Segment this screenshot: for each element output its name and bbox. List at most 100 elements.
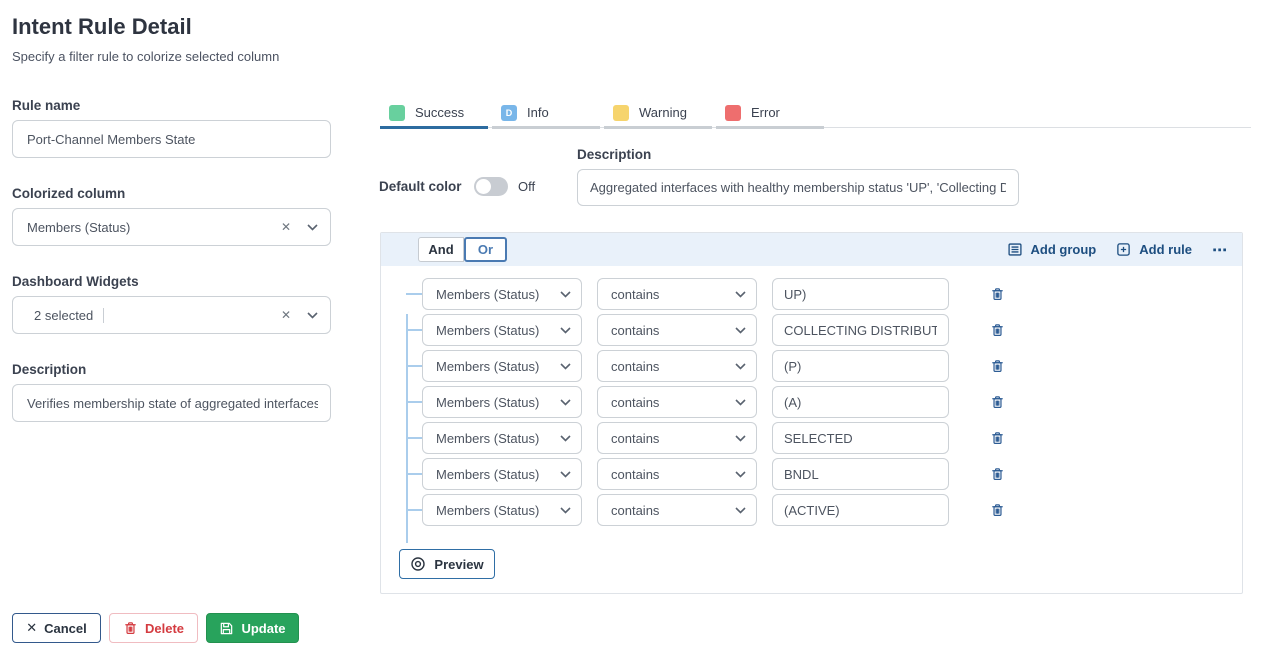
rule-row: Members (Status) contains bbox=[422, 386, 1242, 418]
intent-rule-detail-page: Intent Rule Detail Specify a filter rule… bbox=[0, 0, 1262, 657]
tab-label: Success bbox=[415, 105, 464, 120]
more-options-button[interactable]: ⋯ bbox=[1212, 241, 1228, 259]
tab-label: Error bbox=[751, 105, 780, 120]
chevron-down-icon bbox=[735, 327, 746, 334]
rule-name-input[interactable] bbox=[12, 120, 331, 158]
rule-operator-select[interactable]: contains bbox=[597, 422, 757, 454]
panel-description-input[interactable] bbox=[577, 169, 1019, 206]
chevron-down-icon bbox=[560, 363, 571, 370]
rule-value-input[interactable] bbox=[772, 386, 949, 418]
tab-success[interactable]: Success bbox=[380, 97, 488, 128]
rule-field-value: Members (Status) bbox=[436, 287, 560, 302]
delete-rule-button[interactable] bbox=[990, 394, 1005, 410]
rule-value-input[interactable] bbox=[772, 278, 949, 310]
description-label: Description bbox=[12, 362, 86, 377]
dashboard-widgets-select[interactable]: 2 selected ✕ bbox=[12, 296, 331, 334]
chevron-down-icon[interactable] bbox=[307, 224, 318, 231]
rule-field-value: Members (Status) bbox=[436, 395, 560, 410]
preview-button[interactable]: Preview bbox=[399, 549, 495, 579]
colorized-column-value: Members (Status) bbox=[27, 220, 281, 235]
chevron-down-icon bbox=[560, 471, 571, 478]
rule-builder-group: And Or Add group bbox=[380, 232, 1243, 594]
eye-icon bbox=[410, 556, 426, 572]
page-title: Intent Rule Detail bbox=[12, 14, 192, 40]
toggle-knob bbox=[476, 179, 491, 194]
delete-rule-button[interactable] bbox=[990, 358, 1005, 374]
rule-value-input[interactable] bbox=[772, 314, 949, 346]
rule-field-select[interactable]: Members (Status) bbox=[422, 458, 582, 490]
rule-field-select[interactable]: Members (Status) bbox=[422, 494, 582, 526]
rule-field-select[interactable]: Members (Status) bbox=[422, 386, 582, 418]
clear-icon[interactable]: ✕ bbox=[281, 308, 291, 322]
chevron-down-icon bbox=[560, 435, 571, 442]
tab-info[interactable]: D Info bbox=[492, 97, 600, 128]
delete-button[interactable]: Delete bbox=[109, 613, 198, 643]
delete-rule-button[interactable] bbox=[990, 286, 1005, 302]
chevron-down-icon bbox=[735, 471, 746, 478]
chevron-down-icon bbox=[560, 399, 571, 406]
rule-field-value: Members (Status) bbox=[436, 323, 560, 338]
update-button[interactable]: Update bbox=[206, 613, 299, 643]
rule-operator-select[interactable]: contains bbox=[597, 494, 757, 526]
rule-value-input[interactable] bbox=[772, 350, 949, 382]
delete-rule-button[interactable] bbox=[990, 466, 1005, 482]
rule-row: Members (Status) contains bbox=[422, 314, 1242, 346]
rule-row: Members (Status) contains bbox=[422, 278, 1242, 310]
rule-field-select[interactable]: Members (Status) bbox=[422, 422, 582, 454]
colorized-column-label: Colorized column bbox=[12, 186, 125, 201]
rule-value-input[interactable] bbox=[772, 494, 949, 526]
error-color-swatch bbox=[725, 105, 741, 121]
chevron-down-icon bbox=[735, 435, 746, 442]
info-color-swatch: D bbox=[501, 105, 517, 121]
add-rule-button[interactable]: Add rule bbox=[1116, 242, 1192, 257]
rule-builder-header: And Or Add group bbox=[381, 233, 1242, 266]
update-label: Update bbox=[241, 621, 285, 636]
default-color-toggle[interactable] bbox=[474, 177, 508, 196]
dashboard-widgets-label: Dashboard Widgets bbox=[12, 274, 139, 289]
rule-operator-select[interactable]: contains bbox=[597, 458, 757, 490]
rule-field-select[interactable]: Members (Status) bbox=[422, 278, 582, 310]
rule-value-input[interactable] bbox=[772, 458, 949, 490]
tab-warning[interactable]: Warning bbox=[604, 97, 712, 128]
tab-error[interactable]: Error bbox=[716, 97, 824, 128]
delete-rule-button[interactable] bbox=[990, 430, 1005, 446]
chevron-down-icon bbox=[735, 291, 746, 298]
rule-operator-value: contains bbox=[611, 467, 735, 482]
rule-operator-select[interactable]: contains bbox=[597, 386, 757, 418]
clear-icon[interactable]: ✕ bbox=[281, 220, 291, 234]
delete-rule-button[interactable] bbox=[990, 502, 1005, 518]
logic-or-button[interactable]: Or bbox=[464, 237, 507, 262]
rule-name-label: Rule name bbox=[12, 98, 80, 113]
rule-value-input[interactable] bbox=[772, 422, 949, 454]
description-input[interactable] bbox=[12, 384, 331, 422]
success-color-swatch bbox=[389, 105, 405, 121]
tab-label: Info bbox=[527, 105, 549, 120]
plus-square-icon bbox=[1116, 242, 1131, 257]
rule-operator-value: contains bbox=[611, 287, 735, 302]
rule-field-select[interactable]: Members (Status) bbox=[422, 314, 582, 346]
rule-operator-value: contains bbox=[611, 431, 735, 446]
rule-field-value: Members (Status) bbox=[436, 503, 560, 518]
rule-operator-value: contains bbox=[611, 503, 735, 518]
rule-row: Members (Status) contains bbox=[422, 458, 1242, 490]
preview-label: Preview bbox=[434, 557, 483, 572]
rule-field-select[interactable]: Members (Status) bbox=[422, 350, 582, 382]
colorized-column-select[interactable]: Members (Status) ✕ bbox=[12, 208, 331, 246]
tab-label: Warning bbox=[639, 105, 687, 120]
rule-row: Members (Status) contains bbox=[422, 422, 1242, 454]
add-group-button[interactable]: Add group bbox=[1007, 242, 1097, 257]
page-subtitle: Specify a filter rule to colorize select… bbox=[12, 49, 279, 64]
rule-operator-select[interactable]: contains bbox=[597, 314, 757, 346]
chevron-down-icon[interactable] bbox=[307, 312, 318, 319]
trash-icon bbox=[123, 620, 138, 636]
add-group-label: Add group bbox=[1031, 242, 1097, 257]
delete-rule-button[interactable] bbox=[990, 322, 1005, 338]
close-icon: ✕ bbox=[26, 620, 37, 636]
cancel-button[interactable]: ✕ Cancel bbox=[12, 613, 101, 643]
logic-and-button[interactable]: And bbox=[418, 237, 464, 262]
panel-description-label: Description bbox=[577, 147, 651, 162]
selected-count-chip[interactable]: 2 selected bbox=[27, 308, 104, 323]
chevron-down-icon bbox=[735, 507, 746, 514]
rule-operator-select[interactable]: contains bbox=[597, 350, 757, 382]
rule-operator-select[interactable]: contains bbox=[597, 278, 757, 310]
